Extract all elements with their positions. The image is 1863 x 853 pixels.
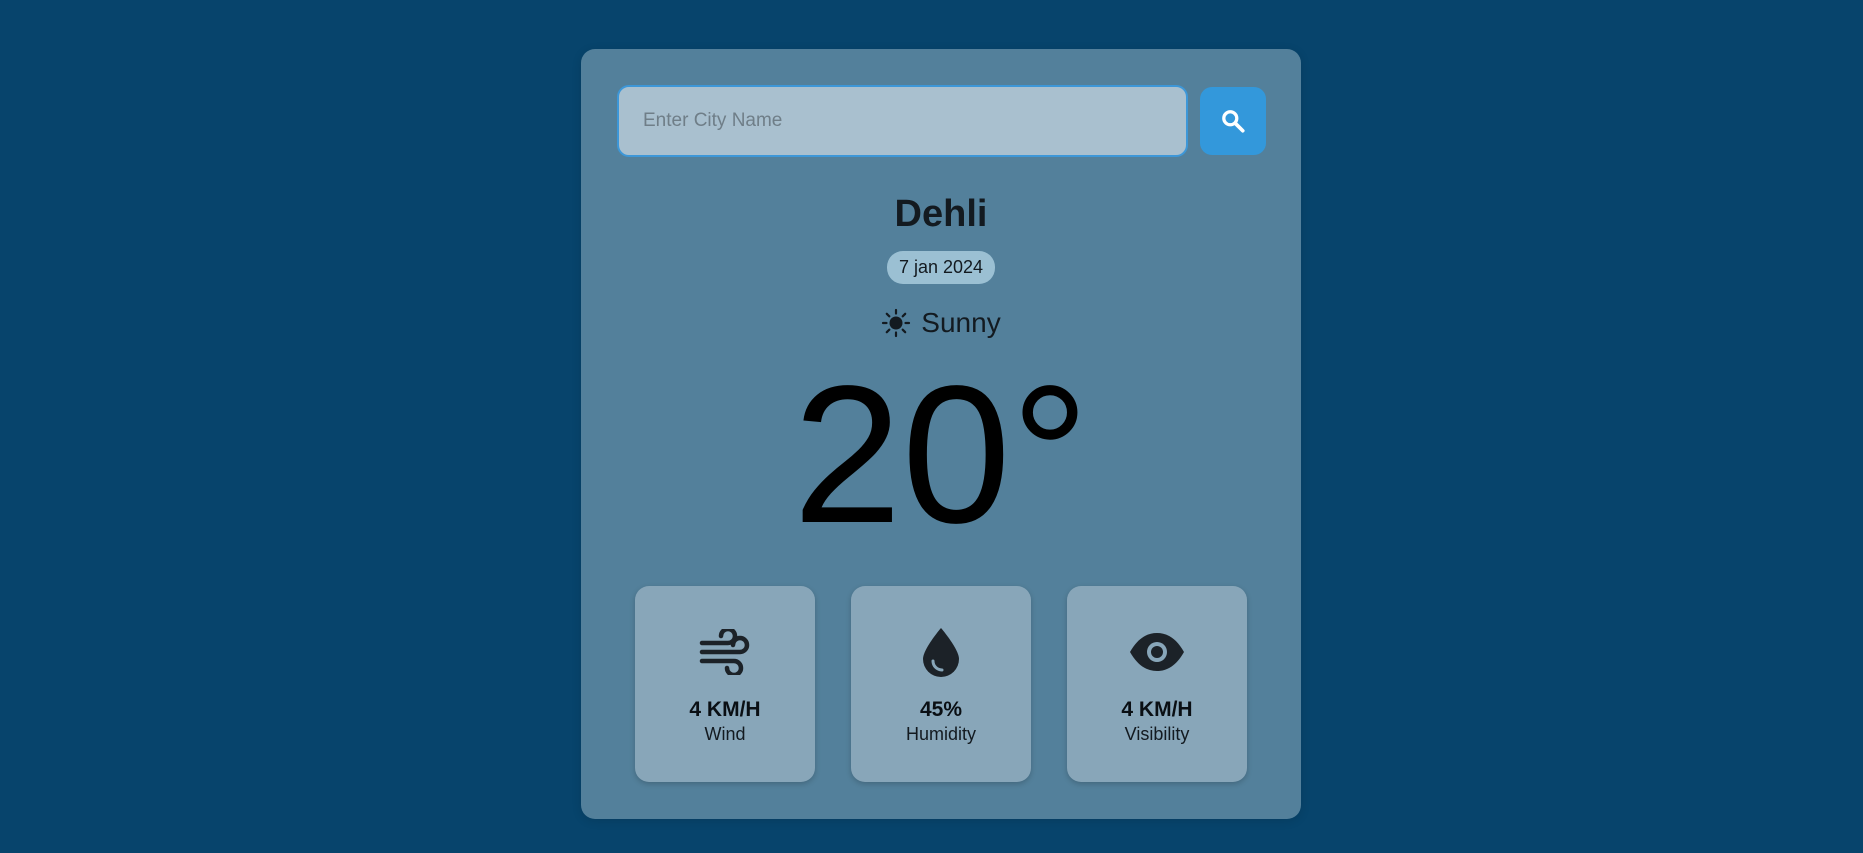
sun-icon: [881, 308, 911, 338]
water-drop-icon: [851, 626, 1031, 678]
stat-card-humidity: 45% Humidity: [851, 586, 1031, 782]
city-search-input[interactable]: [617, 85, 1188, 157]
stat-card-wind: 4 KM/H Wind: [635, 586, 815, 782]
search-icon: [1220, 108, 1246, 134]
temperature-value: 20°: [792, 345, 1090, 564]
date-container: 7 jan 2024: [581, 251, 1301, 284]
stat-card-visibility: 4 KM/H Visibility: [1067, 586, 1247, 782]
humidity-label: Humidity: [905, 724, 976, 744]
wind-value: 4 KM/H: [689, 698, 761, 721]
visibility-label: Visibility: [1124, 724, 1190, 744]
wind-label: Wind: [704, 724, 746, 744]
condition-label: Sunny: [921, 307, 1001, 338]
wind-icon: [635, 626, 815, 678]
humidity-value: 45%: [919, 698, 963, 721]
weather-condition: Sunny: [581, 307, 1301, 339]
weather-stats: 4 KM/H Wind 45% Humidity 4 KM/H Visibili…: [635, 586, 1247, 782]
eye-icon: [1067, 626, 1247, 678]
weather-card: Dehli 7 jan 2024 Sunny 20°: [581, 49, 1301, 819]
city-name: Dehli: [894, 193, 988, 235]
date-badge: 7 jan 2024: [886, 251, 996, 284]
search-bar: [617, 85, 1267, 157]
visibility-value: 4 KM/H: [1121, 698, 1193, 721]
search-button[interactable]: [1200, 87, 1266, 155]
